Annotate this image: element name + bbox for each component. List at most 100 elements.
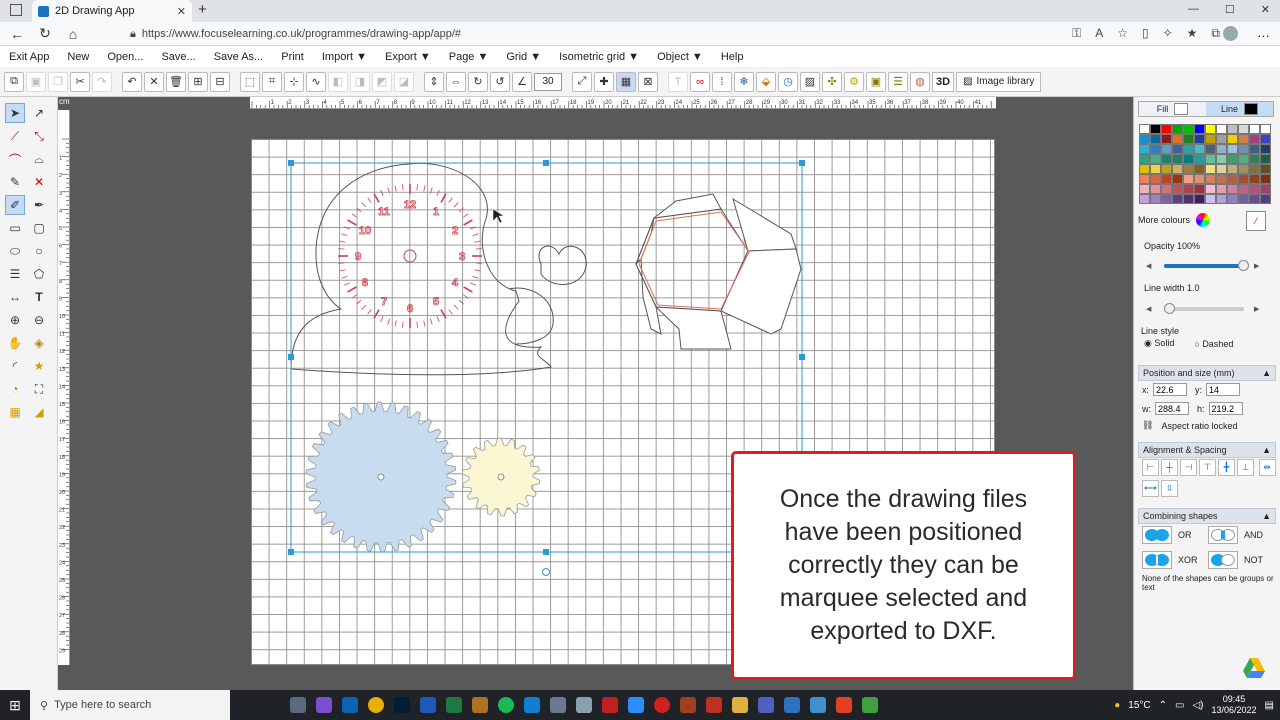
line-tab[interactable]: Line: [1206, 102, 1273, 116]
palette-swatch[interactable]: [1194, 154, 1205, 164]
shapes-tool-icon[interactable]: ◔: [5, 379, 25, 399]
palette-swatch[interactable]: [1205, 154, 1216, 164]
clock-icon[interactable]: ◷: [778, 71, 798, 92]
app-icon-9[interactable]: [836, 697, 852, 713]
nib-icon[interactable]: ✒: [29, 195, 49, 215]
palette-swatch[interactable]: [1249, 164, 1260, 174]
dimension-tool-icon[interactable]: ↔: [5, 287, 25, 307]
distribute-v-icon[interactable]: ⇳: [1161, 480, 1178, 497]
palette-swatch[interactable]: [1238, 144, 1249, 154]
curve-tool-icon[interactable]: ⌒: [5, 149, 25, 169]
network-icon[interactable]: ▭: [1175, 700, 1184, 711]
x-input[interactable]: [1153, 383, 1188, 396]
minimize-button[interactable]: —: [1188, 3, 1199, 16]
url-bar[interactable]: 🔒︎ https://www.focuselearning.co.uk/prog…: [130, 25, 1030, 43]
palette-swatch[interactable]: [1205, 184, 1216, 194]
bring-front-icon[interactable]: ◧: [328, 71, 348, 92]
ungroup-icon[interactable]: ⊟: [210, 71, 230, 92]
trash-icon[interactable]: 🗑︎: [166, 71, 186, 92]
palette-swatch[interactable]: [1161, 164, 1172, 174]
palette-swatch[interactable]: [1172, 154, 1183, 164]
palette-swatch[interactable]: [1183, 134, 1194, 144]
palette-swatch[interactable]: [1238, 154, 1249, 164]
extensions-icon[interactable]: ✧: [1163, 26, 1173, 41]
excel-icon[interactable]: [446, 697, 462, 713]
google-drive-icon[interactable]: [1242, 657, 1266, 679]
palette-swatch[interactable]: [1172, 194, 1183, 204]
rotate-handle[interactable]: [542, 568, 550, 576]
node-select-icon[interactable]: ⊹: [284, 71, 304, 92]
palette-swatch[interactable]: [1238, 124, 1249, 134]
zoom-icon[interactable]: [628, 697, 644, 713]
rotate-ccw-icon[interactable]: ↺: [490, 71, 510, 92]
w-input[interactable]: [1155, 402, 1189, 415]
opacity-left-arrow[interactable]: ◀: [1146, 262, 1151, 270]
key-icon[interactable]: ⚿: [1072, 26, 1081, 41]
palette-swatch[interactable]: [1183, 144, 1194, 154]
palette-swatch[interactable]: [1172, 134, 1183, 144]
palette-swatch[interactable]: [1249, 194, 1260, 204]
palette-swatch[interactable]: [1139, 144, 1150, 154]
volume-icon[interactable]: ◁): [1192, 700, 1203, 711]
opera-icon[interactable]: [654, 697, 670, 713]
back-arrow-icon[interactable]: ←: [6, 26, 28, 42]
rotate-angle-icon[interactable]: ∠: [512, 71, 532, 92]
palette-swatch[interactable]: [1260, 124, 1271, 134]
eyedropper-icon[interactable]: ⁄: [1246, 211, 1266, 231]
photoshop-icon[interactable]: [394, 697, 410, 713]
redo-icon[interactable]: ↷: [92, 71, 112, 92]
browser-tab[interactable]: 2D Drawing App ✕: [32, 0, 192, 22]
menu-grid[interactable]: Grid ▼: [497, 51, 550, 63]
solid-radio[interactable]: ◉ Solid: [1144, 338, 1174, 349]
snail-shell-outline[interactable]: [538, 245, 587, 285]
read-aloud-icon[interactable]: A: [1095, 26, 1103, 41]
palette-swatch[interactable]: [1216, 184, 1227, 194]
new-tab-button[interactable]: +: [198, 1, 207, 18]
palette-swatch[interactable]: [1161, 184, 1172, 194]
palette-swatch[interactable]: [1183, 194, 1194, 204]
palette-swatch[interactable]: [1150, 154, 1161, 164]
palette-swatch[interactable]: [1150, 184, 1161, 194]
palette-swatch[interactable]: [1260, 184, 1271, 194]
palette-swatch[interactable]: [1194, 164, 1205, 174]
app-icon-1[interactable]: [316, 697, 332, 713]
task-view-icon[interactable]: [290, 697, 306, 713]
palette-swatch[interactable]: [1150, 174, 1161, 184]
palette-swatch[interactable]: [1216, 154, 1227, 164]
arc-curve-icon[interactable]: ◜: [5, 356, 25, 376]
forward-icon[interactable]: ◩: [372, 71, 392, 92]
menu-exit-app[interactable]: Exit App: [0, 51, 58, 63]
table-tool-icon[interactable]: ▦: [5, 402, 25, 422]
menu-open[interactable]: Open...: [98, 51, 152, 63]
fill-tab[interactable]: Fill: [1139, 102, 1206, 116]
collections-icon[interactable]: ⧉: [1211, 26, 1220, 41]
palette-swatch[interactable]: [1172, 184, 1183, 194]
puzzle-icon[interactable]: ✣: [822, 71, 842, 92]
palette-swatch[interactable]: [1227, 154, 1238, 164]
menu-object[interactable]: Object ▼: [648, 51, 712, 63]
palette-swatch[interactable]: [1183, 174, 1194, 184]
clock-face[interactable]: 121234567891011: [338, 184, 482, 328]
palette-swatch[interactable]: [1260, 144, 1271, 154]
position-section-header[interactable]: Position and size (mm) ▲: [1138, 365, 1276, 381]
frame-icon[interactable]: ▣: [866, 71, 886, 92]
palette-swatch[interactable]: [1161, 154, 1172, 164]
palette-swatch[interactable]: [1205, 164, 1216, 174]
palette-swatch[interactable]: [1260, 154, 1271, 164]
palette-swatch[interactable]: [1216, 134, 1227, 144]
h-input[interactable]: [1208, 402, 1243, 415]
line-width-right-arrow[interactable]: ▶: [1254, 305, 1259, 313]
send-back-icon[interactable]: ◨: [350, 71, 370, 92]
palette-swatch[interactable]: [1150, 124, 1161, 134]
line-width-left-arrow[interactable]: ◀: [1146, 305, 1151, 313]
stack-icon[interactable]: ☰: [888, 71, 908, 92]
palette-swatch[interactable]: [1161, 134, 1172, 144]
pentagon-box-net[interactable]: [635, 193, 802, 350]
outlook-icon[interactable]: [342, 697, 358, 713]
texture-icon[interactable]: ◍: [910, 71, 930, 92]
home-icon[interactable]: ⌂: [62, 26, 84, 42]
palette-swatch[interactable]: [1139, 194, 1150, 204]
palette-swatch[interactable]: [1161, 194, 1172, 204]
zoom-out-icon[interactable]: ⊖: [29, 310, 49, 330]
hand-pan-icon[interactable]: ✋: [5, 333, 25, 353]
